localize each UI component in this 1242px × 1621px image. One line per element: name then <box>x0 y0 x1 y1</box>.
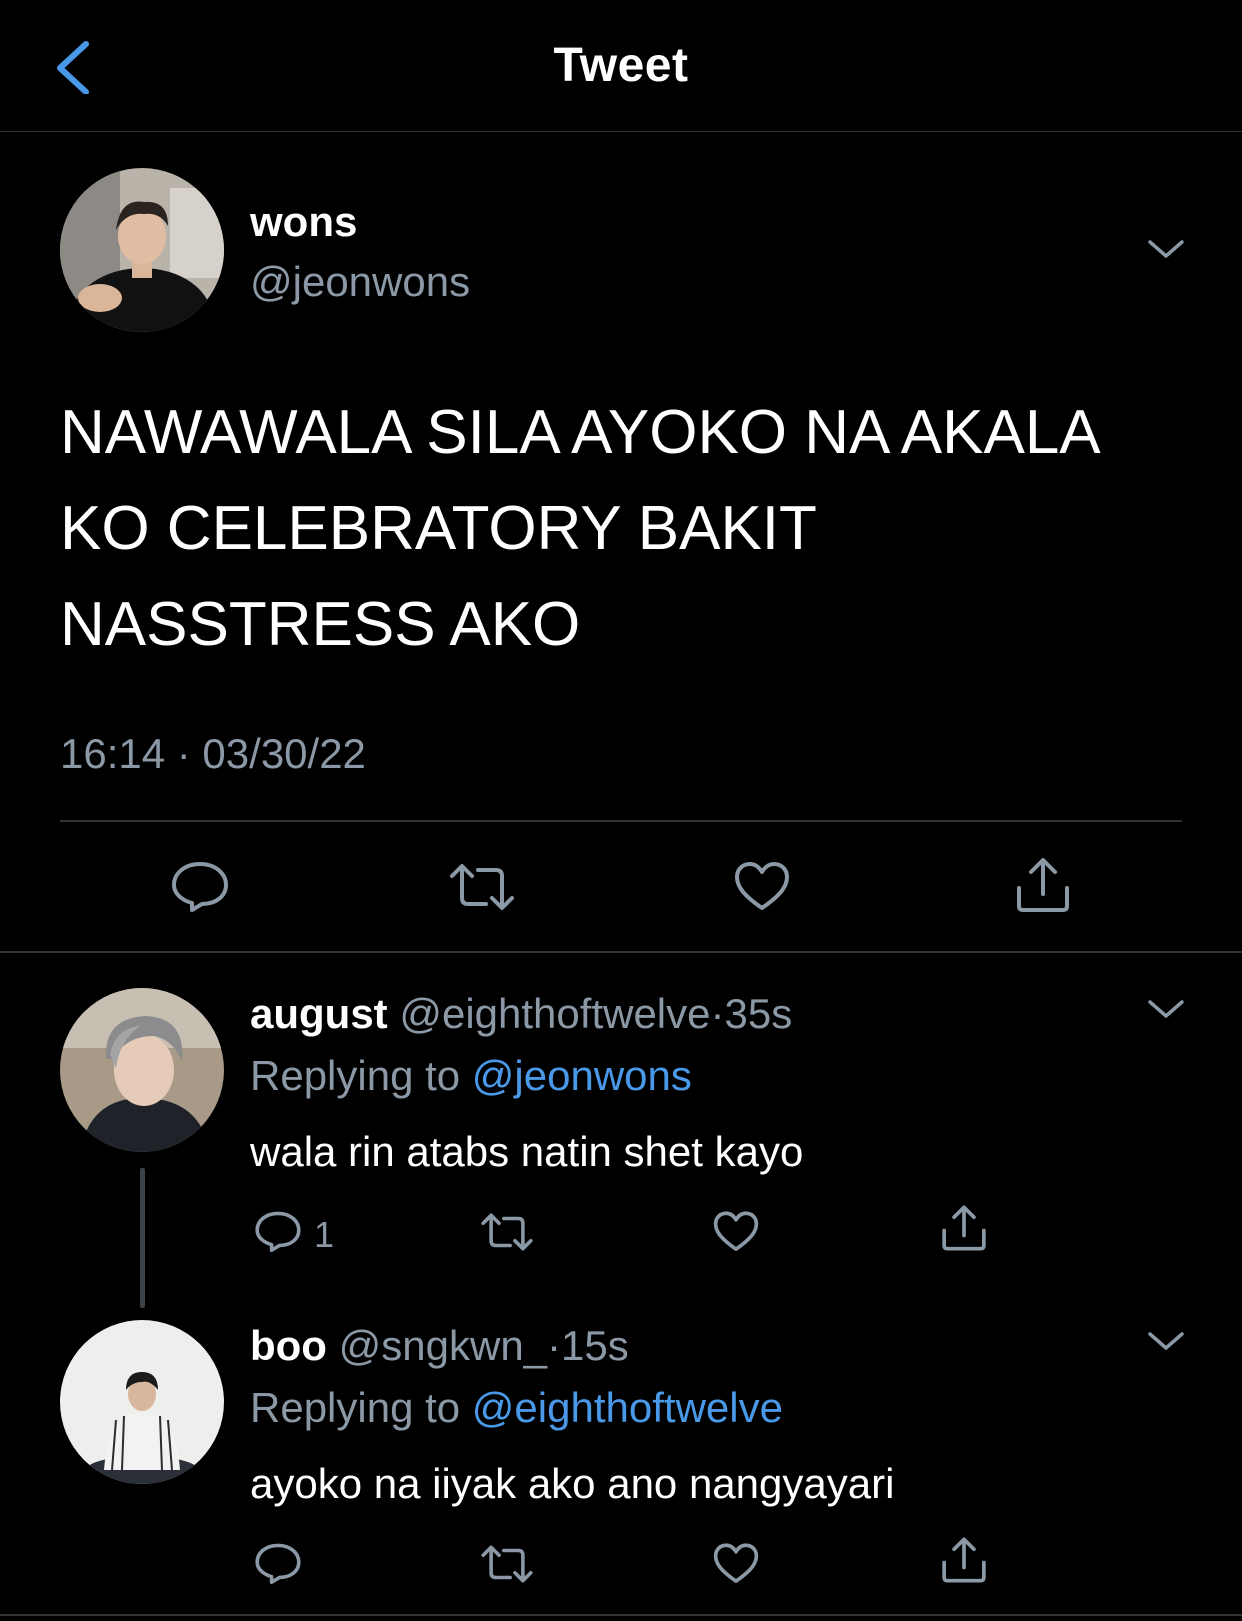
page-title: Tweet <box>553 39 689 92</box>
more-options-button[interactable] <box>1146 996 1186 1022</box>
thread-connector <box>140 1168 145 1308</box>
reply-author-handle[interactable]: @eighthoftwelve <box>399 990 710 1037</box>
like-button[interactable] <box>733 860 791 914</box>
separator: · <box>710 990 725 1037</box>
retweet-button[interactable] <box>480 1212 534 1252</box>
comment-icon <box>255 1543 301 1584</box>
chevron-down-icon <box>1148 1332 1184 1350</box>
replying-to-link[interactable]: @eighthoftwelve <box>472 1384 783 1431</box>
divider <box>0 951 1242 953</box>
tweet-text: NAWAWALA SILA AYOKO NA AKALA KO CELEBRAT… <box>60 398 1101 659</box>
divider <box>0 1614 1242 1616</box>
replying-to: Replying to @jeonwons <box>250 1052 692 1100</box>
replying-prefix: Replying to <box>250 1384 461 1431</box>
author-handle[interactable]: @jeonwons <box>250 258 470 306</box>
replying-prefix: Replying to <box>250 1052 461 1099</box>
chevron-down-icon <box>1148 1000 1184 1018</box>
share-icon <box>942 1537 986 1583</box>
retweet-icon <box>450 864 514 910</box>
reply-button[interactable] <box>170 858 230 914</box>
reply-header[interactable]: boo @sngkwn_·15s <box>250 1322 629 1370</box>
like-button[interactable] <box>712 1542 760 1586</box>
more-options-button[interactable] <box>1146 1328 1186 1354</box>
reply-text: wala rin atabs natin shet kayo <box>250 1128 804 1175</box>
retweet-icon <box>481 1545 533 1583</box>
comment-icon <box>255 1211 301 1252</box>
more-options-button[interactable] <box>1146 236 1186 262</box>
top-bar: Tweet <box>0 0 1242 132</box>
share-icon <box>1017 858 1069 912</box>
divider <box>60 820 1182 822</box>
reply-time: 35s <box>724 990 793 1037</box>
reply-header[interactable]: august @eighthoftwelve·35s <box>250 990 792 1038</box>
like-button[interactable] <box>712 1210 760 1254</box>
replying-to-link[interactable]: @jeonwons <box>472 1052 692 1099</box>
reply-author-handle[interactable]: @sngkwn_ <box>339 1322 547 1369</box>
avatar[interactable] <box>60 988 224 1152</box>
retweet-icon <box>481 1213 533 1251</box>
reply-author-name[interactable]: august <box>250 990 388 1037</box>
comment-icon <box>172 862 228 912</box>
share-icon <box>942 1205 986 1251</box>
tweet-timestamp[interactable]: 16:14 · 03/30/22 <box>60 730 366 778</box>
retweet-button[interactable] <box>480 1544 534 1584</box>
reply-author-name[interactable]: boo <box>250 1322 327 1369</box>
replying-to: Replying to @eighthoftwelve <box>250 1384 783 1432</box>
chevron-down-icon <box>1148 240 1184 258</box>
reply-time: 15s <box>561 1322 629 1369</box>
reply-button[interactable] <box>254 1540 302 1586</box>
heart-icon <box>713 1543 759 1583</box>
separator: · <box>547 1322 562 1369</box>
reply-count: 1 <box>314 1214 335 1255</box>
retweet-button[interactable] <box>448 862 516 912</box>
share-button[interactable] <box>940 1204 988 1252</box>
author-name[interactable]: wons <box>250 198 357 246</box>
share-button[interactable] <box>1014 856 1072 914</box>
avatar[interactable] <box>60 1320 224 1484</box>
heart-icon <box>735 862 789 910</box>
heart-icon <box>713 1211 759 1251</box>
avatar[interactable] <box>60 168 224 332</box>
share-button[interactable] <box>940 1536 988 1584</box>
reply-button[interactable] <box>254 1208 302 1254</box>
reply-text: ayoko na iiyak ako ano nangyayari <box>250 1460 895 1507</box>
